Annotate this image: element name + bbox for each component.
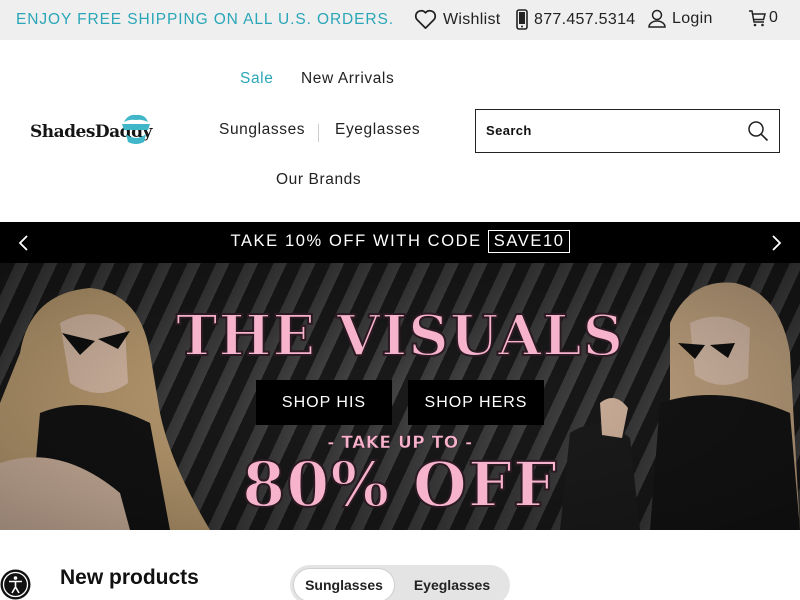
phone-icon	[516, 9, 528, 30]
hero-title: THE VISUALS	[175, 302, 625, 370]
nav-sale[interactable]: Sale	[240, 70, 273, 88]
shop-hers-button[interactable]: SHOP HERS	[408, 380, 544, 425]
heart-icon	[414, 9, 437, 29]
login-label: Login	[672, 9, 713, 27]
nav-sunglasses[interactable]: Sunglasses	[219, 121, 305, 139]
user-icon	[648, 9, 666, 28]
nav-our-brands[interactable]: Our Brands	[276, 171, 361, 189]
cart-count: 0	[769, 9, 779, 26]
promo-code: SAVE10	[487, 230, 570, 253]
nav-divider	[318, 124, 319, 142]
search-placeholder: Search	[486, 123, 532, 138]
announcement-message: TAKE 10% OFF WITH CODE SAVE10	[0, 230, 800, 253]
top-bar: ENJOY FREE SHIPPING ON ALL U.S. ORDERS. …	[0, 0, 800, 40]
shop-his-button[interactable]: SHOP HIS	[256, 380, 392, 425]
tab-eyeglasses[interactable]: Eyeglasses	[400, 568, 504, 600]
chevron-right-icon[interactable]	[770, 234, 784, 252]
cart-link[interactable]: 0	[748, 9, 778, 27]
hero-banner[interactable]: THE VISUALS SHOP HIS SHOP HERS - TAKE UP…	[0, 263, 800, 530]
logo[interactable]: ShadesDaddy	[30, 112, 160, 150]
search-icon[interactable]	[747, 120, 769, 142]
hero-offer: 80% OFF	[241, 447, 558, 522]
nav-eyeglasses[interactable]: Eyeglasses	[335, 121, 420, 139]
wishlist-label: Wishlist	[443, 10, 501, 28]
login-link[interactable]: Login	[648, 9, 713, 28]
announcement-bar: TAKE 10% OFF WITH CODE SAVE10	[0, 222, 800, 263]
tab-sunglasses[interactable]: Sunglasses	[293, 568, 395, 600]
cart-icon	[749, 10, 766, 27]
free-shipping-promo: ENJOY FREE SHIPPING ON ALL U.S. ORDERS.	[16, 11, 394, 28]
product-category-toggle: Sunglasses Eyeglasses	[290, 565, 510, 600]
phone-link[interactable]: 877.457.5314	[516, 9, 635, 30]
section-heading: New products	[60, 566, 199, 589]
nav-new-arrivals[interactable]: New Arrivals	[301, 70, 394, 88]
accessibility-icon[interactable]	[0, 569, 31, 600]
search-input[interactable]: Search	[475, 109, 780, 153]
phone-number: 877.457.5314	[534, 10, 636, 28]
announcement-text: TAKE 10% OFF WITH CODE	[230, 232, 482, 250]
logo-mark-icon	[122, 114, 150, 144]
wishlist-link[interactable]: Wishlist	[414, 9, 501, 30]
